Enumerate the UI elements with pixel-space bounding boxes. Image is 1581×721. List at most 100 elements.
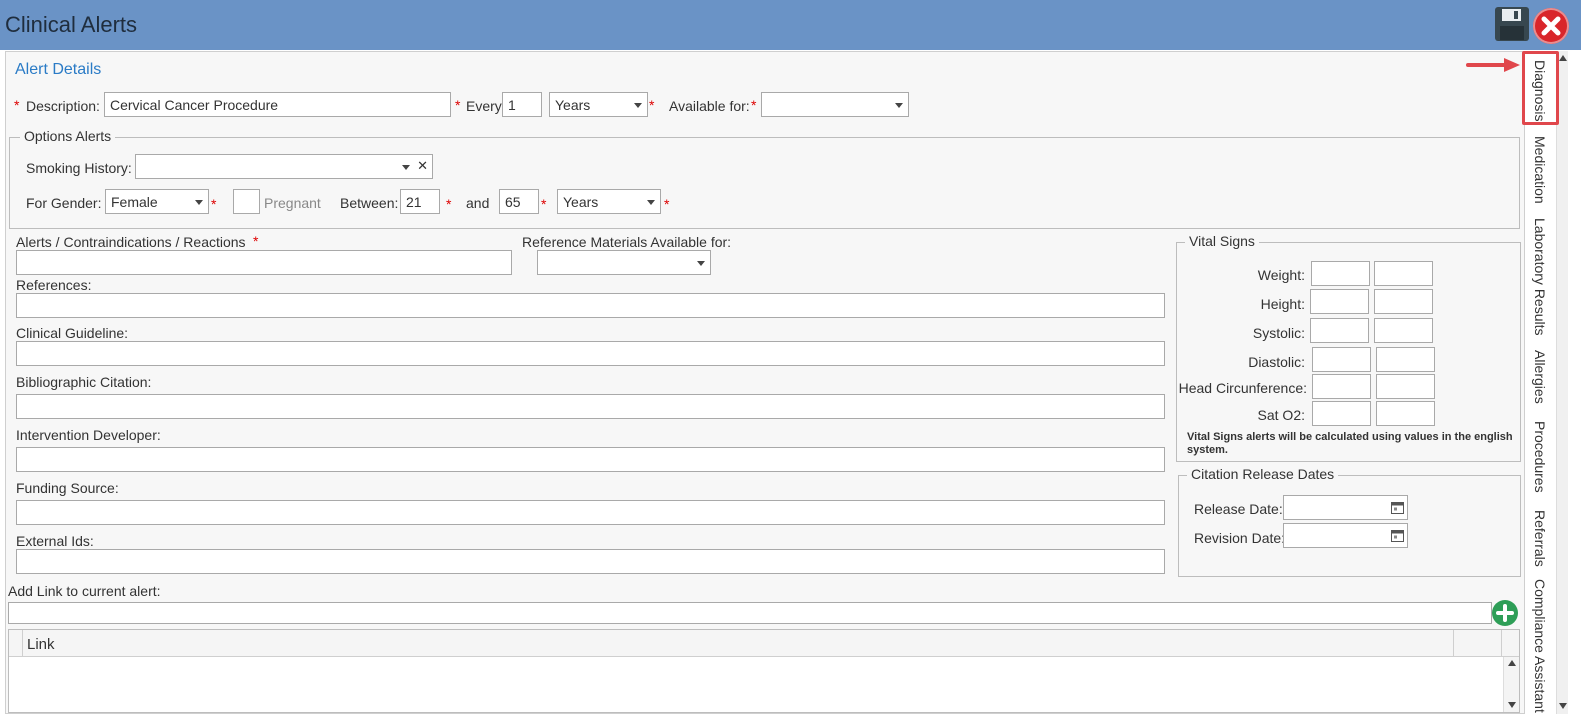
vital-systolic-label: Systolic:	[1252, 325, 1305, 341]
tab-referrals[interactable]: Referrals	[1525, 504, 1555, 572]
reference-materials-select[interactable]	[537, 250, 711, 275]
scroll-up-icon[interactable]	[1508, 660, 1516, 666]
weight-value-input[interactable]	[1311, 261, 1370, 286]
height-value-input[interactable]	[1310, 289, 1369, 314]
alerts-input[interactable]	[16, 250, 512, 275]
tab-label: Laboratory Results	[1532, 218, 1548, 336]
every-unit-select[interactable]: Years	[549, 92, 648, 117]
available-for-label: Available for:	[669, 98, 750, 114]
diastolic-unit-input[interactable]	[1376, 347, 1435, 372]
required-mark: *	[14, 97, 20, 113]
revision-date-label: Revision Date:	[1194, 530, 1286, 546]
tab-medication[interactable]: Medication	[1525, 131, 1555, 209]
floppy-disk-icon	[1495, 7, 1529, 41]
systolic-unit-input[interactable]	[1374, 318, 1433, 343]
for-gender-label: For Gender:	[26, 195, 102, 211]
scroll-down-icon[interactable]	[1508, 702, 1516, 708]
required-mark: *	[455, 97, 461, 113]
citation-release-legend: Citation Release Dates	[1187, 466, 1339, 482]
window-title: Clinical Alerts	[5, 12, 138, 37]
head-circumference-value-input[interactable]	[1312, 374, 1371, 399]
description-label: Description:	[26, 98, 100, 114]
height-unit-input[interactable]	[1374, 289, 1433, 314]
tab-label: Medication	[1532, 136, 1548, 204]
vital-head-circumference-label: Head Circunference:	[1178, 380, 1307, 396]
external-ids-input[interactable]	[16, 549, 1165, 574]
every-input[interactable]: 1	[502, 92, 542, 117]
add-link-button[interactable]	[1492, 600, 1518, 626]
sat-o2-unit-input[interactable]	[1376, 401, 1435, 426]
diastolic-value-input[interactable]	[1312, 347, 1371, 372]
save-button[interactable]	[1494, 6, 1530, 42]
options-alerts-group: Options Alerts Smoking History: ✕ For Ge…	[9, 128, 1520, 229]
side-tabs: Diagnosis Medication Laboratory Results …	[1525, 51, 1555, 714]
age-to-input[interactable]: 65	[499, 189, 539, 214]
required-mark: *	[541, 196, 547, 212]
required-mark: *	[649, 97, 655, 113]
release-date-label: Release Date:	[1194, 501, 1283, 517]
chevron-down-icon	[647, 200, 655, 205]
calendar-icon[interactable]	[1391, 529, 1404, 542]
required-mark: *	[211, 196, 217, 212]
pointer-arrow-icon	[1466, 58, 1520, 72]
between-label: Between:	[340, 195, 399, 211]
tab-label: Referrals	[1532, 509, 1548, 567]
add-link-label: Add Link to current alert:	[8, 583, 161, 599]
tab-procedures[interactable]: Procedures	[1525, 419, 1555, 495]
tab-allergies[interactable]: Allergies	[1525, 346, 1555, 408]
funding-source-label: Funding Source:	[16, 480, 119, 496]
pregnant-checkbox[interactable]	[233, 189, 260, 214]
alerts-label: Alerts / Contraindications / Reactions	[16, 234, 246, 250]
every-unit-value: Years	[555, 97, 591, 113]
intervention-developer-input[interactable]	[16, 447, 1165, 472]
references-input[interactable]	[16, 293, 1165, 318]
gender-value: Female	[111, 194, 158, 210]
grid-header: Link	[9, 630, 1519, 657]
close-button[interactable]	[1533, 8, 1569, 44]
smoking-history-select[interactable]: ✕	[135, 154, 433, 179]
grid-divider	[1501, 630, 1502, 657]
funding-source-input[interactable]	[16, 500, 1165, 525]
age-unit-select[interactable]: Years	[557, 189, 661, 214]
side-tabs-scrollbar[interactable]	[1556, 51, 1568, 714]
references-label: References:	[16, 277, 92, 293]
release-date-input[interactable]	[1283, 495, 1408, 520]
close-x-icon	[1541, 16, 1561, 36]
revision-date-input[interactable]	[1283, 523, 1408, 548]
bibliographic-citation-input[interactable]	[16, 394, 1165, 419]
highlight-box	[1522, 51, 1559, 125]
intervention-developer-label: Intervention Developer:	[16, 427, 161, 443]
age-from-input[interactable]: 21	[400, 189, 440, 214]
scroll-down-icon[interactable]	[1559, 703, 1567, 709]
vital-signs-note: Vital Signs alerts will be calculated us…	[1187, 431, 1513, 456]
link-column-header[interactable]: Link	[27, 636, 55, 653]
required-mark: *	[751, 97, 757, 113]
options-alerts-legend: Options Alerts	[20, 128, 116, 144]
add-link-input[interactable]	[8, 602, 1492, 624]
sat-o2-value-input[interactable]	[1312, 401, 1371, 426]
tab-compliance-assistant[interactable]: Compliance Assistant	[1525, 579, 1555, 714]
chevron-down-icon	[195, 200, 203, 205]
calendar-icon[interactable]	[1391, 501, 1404, 514]
head-circumference-unit-input[interactable]	[1376, 374, 1435, 399]
section-title: Alert Details	[15, 61, 102, 78]
gender-select[interactable]: Female	[105, 189, 209, 214]
chevron-down-icon	[634, 103, 642, 108]
description-input[interactable]: Cervical Cancer Procedure	[104, 92, 451, 117]
clinical-guideline-input[interactable]	[16, 341, 1165, 366]
vital-signs-legend: Vital Signs	[1185, 233, 1259, 249]
vital-sat-o2-label: Sat O2:	[1257, 407, 1305, 423]
clinical-guideline-label: Clinical Guideline:	[16, 325, 129, 341]
tab-laboratory-results[interactable]: Laboratory Results	[1525, 216, 1555, 338]
clear-icon[interactable]: ✕	[417, 158, 428, 174]
grid-scrollbar[interactable]	[1503, 657, 1519, 712]
chevron-down-icon	[402, 165, 410, 170]
scroll-up-icon[interactable]	[1559, 55, 1567, 61]
citation-release-group: Citation Release Dates Release Date: Rev…	[1178, 466, 1521, 577]
alert-form-panel: Alert Details * Description: Cervical Ca…	[5, 51, 1525, 714]
available-for-select[interactable]	[761, 92, 909, 117]
systolic-value-input[interactable]	[1310, 318, 1369, 343]
tab-label: Compliance Assistant	[1532, 579, 1548, 713]
every-label: Every:	[466, 98, 506, 114]
weight-unit-input[interactable]	[1374, 261, 1433, 286]
